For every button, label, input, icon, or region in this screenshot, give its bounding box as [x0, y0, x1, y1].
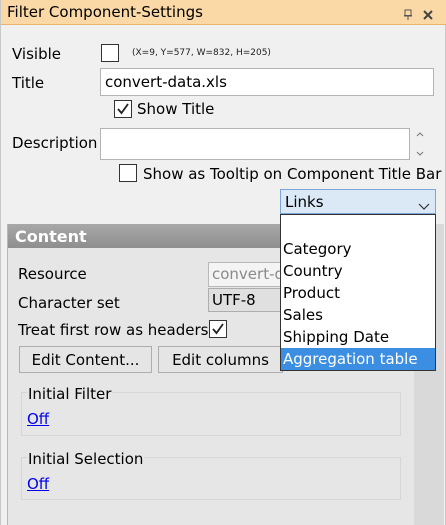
headers-checkbox[interactable] — [209, 320, 227, 338]
dropdown-option-shipping-date[interactable]: Shipping Date — [281, 326, 435, 348]
description-scroll-icon[interactable] — [415, 130, 424, 156]
edit-content-button[interactable]: Edit Content... — [19, 346, 152, 373]
panel-title: Filter Component-Settings — [7, 3, 203, 21]
headers-label: Treat first row as headers — [18, 321, 209, 339]
title-label: Title — [12, 74, 45, 92]
title-input[interactable]: convert-data.xls — [100, 68, 434, 96]
dropdown-option-sales[interactable]: Sales — [281, 304, 435, 326]
checkmark-icon — [212, 323, 224, 335]
edit-columns-button[interactable]: Edit columns — [158, 346, 283, 373]
dropdown-option-product[interactable]: Product — [281, 282, 435, 304]
initial-selection-label: Initial Selection — [27, 450, 145, 468]
visible-label: Visible — [12, 45, 61, 63]
panel-titlebar: Filter Component-Settings — [1, 0, 446, 25]
pin-icon[interactable] — [402, 6, 414, 20]
initial-selection-link[interactable]: Off — [27, 475, 49, 493]
resource-label: Resource — [18, 265, 87, 283]
dropdown-option-country[interactable]: Country — [281, 260, 435, 282]
content-header-label: Content — [15, 227, 87, 246]
description-input[interactable] — [100, 128, 410, 160]
filter-settings-panel: Filter Component-Settings Visible (X=9, … — [0, 0, 446, 525]
tooltip-label: Show as Tooltip on Component Title Bar — [143, 165, 442, 183]
description-label: Description — [12, 134, 98, 152]
dropdown-option-empty[interactable] — [281, 216, 435, 238]
charset-select[interactable]: UTF-8 — [208, 288, 288, 312]
alignment-select[interactable]: Links — [280, 189, 436, 214]
charset-label: Character set — [18, 294, 120, 312]
show-title-label: Show Title — [137, 100, 215, 118]
initial-filter-link[interactable]: Off — [27, 410, 49, 428]
dropdown-option-aggregation-table[interactable]: Aggregation table — [281, 348, 435, 370]
tooltip-checkbox[interactable] — [119, 164, 137, 182]
close-icon[interactable] — [422, 6, 434, 20]
checkmark-icon — [117, 103, 129, 115]
visible-checkbox[interactable] — [101, 44, 119, 62]
resource-input[interactable]: convert-data.xls — [208, 262, 288, 287]
dropdown-option-category[interactable]: Category — [281, 238, 435, 260]
chevron-down-icon — [418, 197, 430, 215]
alignment-dropdown-list: Category Country Product Sales Shipping … — [280, 214, 436, 371]
geometry-note: (X=9, Y=577, W=832, H=205) — [132, 48, 271, 58]
initial-filter-label: Initial Filter — [27, 385, 113, 403]
show-title-checkbox[interactable] — [114, 100, 132, 118]
alignment-select-value: Links — [285, 193, 324, 211]
